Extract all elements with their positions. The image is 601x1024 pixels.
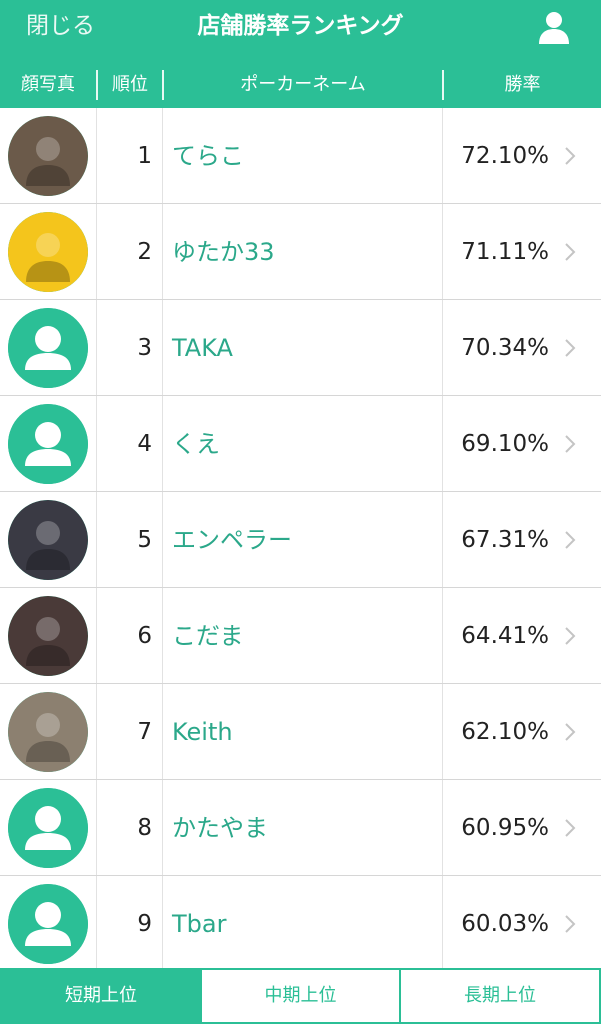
chevron-right-icon: [563, 914, 577, 934]
chevron-right-icon: [563, 146, 577, 166]
column-divider: [162, 204, 163, 299]
win-rate: 64.41%: [461, 623, 549, 649]
win-rate: 71.11%: [461, 239, 549, 265]
column-divider: [442, 300, 443, 395]
column-divider: [96, 396, 97, 491]
column-divider: [162, 684, 163, 779]
ranking-row[interactable]: 2 ゆたか33 71.11%: [0, 204, 601, 300]
column-divider: [96, 204, 97, 299]
column-divider: [162, 396, 163, 491]
avatar: [8, 212, 88, 292]
chevron-right-icon: [563, 434, 577, 454]
column-divider: [442, 396, 443, 491]
poker-name: てらこ: [172, 142, 244, 170]
poker-name: TAKA: [172, 334, 233, 362]
column-divider: [442, 876, 443, 971]
rank-number: 1: [137, 143, 152, 169]
ranking-list: 1 てらこ 72.10% 2 ゆたか33 71.11% 3 TAKA 70.34% 4 くえ 69.1…: [0, 108, 601, 972]
column-divider: [96, 108, 97, 203]
poker-name: ゆたか33: [172, 238, 275, 266]
win-rate: 72.10%: [461, 143, 549, 169]
column-photo: 顔写真: [21, 74, 75, 95]
ranking-row[interactable]: 8 かたやま 60.95%: [0, 780, 601, 876]
rank-number: 4: [137, 431, 152, 457]
avatar: [8, 116, 88, 196]
column-divider: [162, 492, 163, 587]
rank-number: 6: [137, 623, 152, 649]
tab-long-term[interactable]: 長期上位: [401, 970, 599, 1022]
column-divider: [442, 492, 443, 587]
win-rate: 60.95%: [461, 815, 549, 841]
column-divider: [442, 204, 443, 299]
avatar: [8, 884, 88, 964]
ranking-row[interactable]: 9 Tbar 60.03%: [0, 876, 601, 972]
poker-name: こだま: [172, 622, 244, 650]
user-icon[interactable]: [536, 9, 572, 45]
period-tabs: 短期上位 中期上位 長期上位: [0, 968, 601, 1024]
column-divider: [162, 780, 163, 875]
column-divider: [162, 588, 163, 683]
column-divider: [96, 780, 97, 875]
column-divider: [442, 780, 443, 875]
poker-name: エンペラー: [172, 526, 292, 554]
ranking-row[interactable]: 1 てらこ 72.10%: [0, 108, 601, 204]
win-rate: 69.10%: [461, 431, 549, 457]
nav-bar: 閉じる 店舗勝率ランキング: [0, 0, 601, 62]
rank-number: 2: [137, 239, 152, 265]
ranking-row[interactable]: 6 こだま 64.41%: [0, 588, 601, 684]
column-divider: [96, 684, 97, 779]
tab-mid-term[interactable]: 中期上位: [202, 970, 399, 1022]
poker-name: Tbar: [172, 910, 227, 938]
rank-number: 5: [137, 527, 152, 553]
win-rate: 67.31%: [461, 527, 549, 553]
avatar: [8, 692, 88, 772]
chevron-right-icon: [563, 242, 577, 262]
ranking-row[interactable]: 7 Keith 62.10%: [0, 684, 601, 780]
column-divider: [96, 300, 97, 395]
rank-number: 3: [137, 335, 152, 361]
chevron-right-icon: [563, 626, 577, 646]
tab-short-term[interactable]: 短期上位: [2, 970, 200, 1022]
column-name: ポーカーネーム: [240, 74, 366, 95]
column-divider: [442, 108, 443, 203]
column-divider: [96, 588, 97, 683]
chevron-right-icon: [563, 722, 577, 742]
poker-name: くえ: [172, 430, 220, 458]
ranking-row[interactable]: 4 くえ 69.10%: [0, 396, 601, 492]
rank-number: 9: [137, 911, 152, 937]
column-divider: [96, 876, 97, 971]
avatar: [8, 404, 88, 484]
chevron-right-icon: [563, 818, 577, 838]
rank-number: 8: [137, 815, 152, 841]
column-divider: [442, 684, 443, 779]
avatar: [8, 788, 88, 868]
column-divider: [162, 876, 163, 971]
page-title: 店舗勝率ランキング: [197, 13, 404, 39]
column-rank: 順位: [112, 74, 148, 95]
avatar: [8, 500, 88, 580]
column-divider: [162, 300, 163, 395]
chevron-right-icon: [563, 530, 577, 550]
table-header: 顔写真 順位 ポーカーネーム 勝率: [0, 62, 601, 108]
win-rate: 62.10%: [461, 719, 549, 745]
avatar: [8, 596, 88, 676]
column-rate: 勝率: [504, 74, 541, 95]
ranking-row[interactable]: 5 エンペラー 67.31%: [0, 492, 601, 588]
rank-number: 7: [137, 719, 152, 745]
win-rate: 70.34%: [461, 335, 549, 361]
win-rate: 60.03%: [461, 911, 549, 937]
chevron-right-icon: [563, 338, 577, 358]
avatar: [8, 308, 88, 388]
column-divider: [96, 492, 97, 587]
column-divider: [162, 108, 163, 203]
poker-name: かたやま: [172, 814, 268, 842]
poker-name: Keith: [172, 718, 233, 746]
column-divider: [442, 588, 443, 683]
ranking-row[interactable]: 3 TAKA 70.34%: [0, 300, 601, 396]
